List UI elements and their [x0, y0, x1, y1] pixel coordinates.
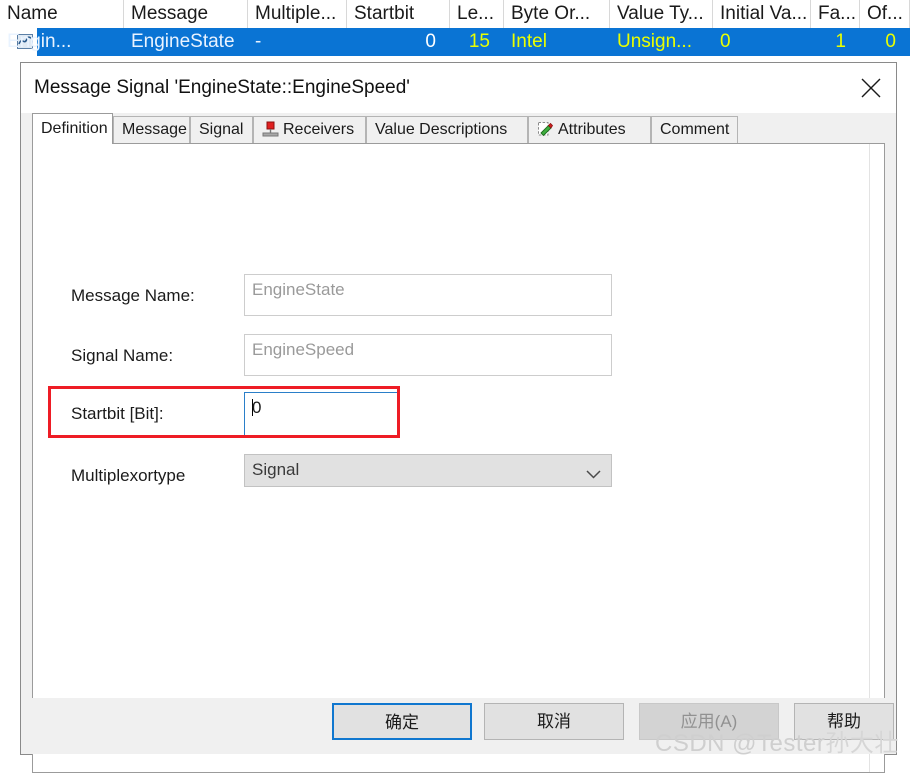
dialog-button-bar: 确定 取消 应用(A) 帮助 [21, 698, 896, 754]
tab-attributes[interactable]: Attributes [528, 116, 651, 143]
signal-name-field[interactable]: EngineSpeed [244, 334, 612, 376]
cell-length: 15 [468, 31, 490, 52]
multiplexortype-select[interactable]: Signal [244, 454, 612, 487]
grid-column-header[interactable]: Le... [450, 0, 504, 28]
definition-tab-panel: Message Name: EngineState Signal Name: E… [32, 143, 885, 773]
table-row[interactable]: Engin... EngineState - 0 15 Intel Unsign… [0, 28, 910, 80]
message-name-label: Message Name: [71, 286, 195, 305]
tabpage-scrollbar[interactable] [869, 144, 884, 772]
tab-comment[interactable]: Comment [651, 116, 738, 143]
message-signal-dialog: Message Signal 'EngineState::EngineSpeed… [20, 62, 897, 773]
grid-column-header-label: Multiple... [255, 3, 337, 24]
grid-column-header-label: Fa... [818, 3, 857, 24]
startbit-field[interactable]: 0 [244, 392, 399, 436]
tab-label: Signal [199, 121, 244, 138]
ok-button[interactable]: 确定 [332, 703, 472, 740]
tab-definition[interactable]: Definition [32, 113, 113, 144]
tab-value-descriptions[interactable]: Value Descriptions [366, 116, 528, 143]
tab-message[interactable]: Message [113, 116, 190, 143]
dialog-tabstrip: Definition Message Signal Receivers Valu… [32, 113, 885, 144]
grid-column-header-label: Value Ty... [617, 3, 704, 24]
multiplexortype-value: Signal [252, 460, 300, 479]
tab-receivers[interactable]: Receivers [253, 116, 366, 143]
startbit-value: 0 [252, 398, 262, 417]
cell-factor: 1 [835, 31, 846, 52]
cell-message: EngineState [131, 31, 235, 52]
cell-multiplexor: - [255, 31, 262, 52]
apply-button: 应用(A) [639, 703, 779, 740]
tab-label: Comment [660, 121, 730, 138]
grid-column-header-label: Name [7, 3, 58, 24]
cell-initial-value: 0 [720, 31, 731, 52]
help-button[interactable]: 帮助 [794, 703, 894, 740]
startbit-label: Startbit [Bit]: [71, 404, 164, 423]
tab-signal[interactable]: Signal [190, 116, 253, 143]
cell-byte-order: Intel [511, 31, 547, 52]
grid-column-header[interactable]: Initial Va... [713, 0, 811, 28]
grid-column-header[interactable]: Fa... [811, 0, 860, 28]
tab-label: Definition [41, 120, 108, 137]
grid-column-header[interactable]: Value Ty... [610, 0, 713, 28]
grid-column-header-label: Le... [457, 3, 494, 24]
chevron-down-icon [586, 464, 601, 484]
tab-label: Attributes [558, 121, 626, 138]
cell-value-type: Unsign... [617, 31, 692, 52]
multiplexortype-label: Multiplexortype [71, 466, 186, 485]
cancel-button[interactable]: 取消 [484, 703, 624, 740]
grid-column-header[interactable]: Of... [860, 0, 910, 28]
dialog-titlebar: Message Signal 'EngineState::EngineSpeed… [21, 63, 896, 113]
message-name-field[interactable]: EngineState [244, 274, 612, 316]
grid-column-header[interactable]: Name [0, 0, 124, 28]
signal-name-label: Signal Name: [71, 346, 174, 365]
cell-startbit: 0 [425, 31, 436, 52]
cell-name: Engin... [7, 31, 72, 52]
cell-offset: 0 [885, 31, 896, 52]
grid-header-row: Name Message Multiple... Startbit Le... … [0, 0, 910, 29]
grid-column-header-label: Message [131, 3, 209, 24]
dialog-title: Message Signal 'EngineState::EngineSpeed… [34, 77, 410, 98]
grid-column-header[interactable]: Startbit [347, 0, 450, 28]
grid-column-header-label: Byte Or... [511, 3, 591, 24]
tab-label: Message [122, 121, 187, 138]
grid-column-header-label: Startbit [354, 3, 415, 24]
tab-label: Receivers [283, 121, 355, 138]
attributes-icon [537, 120, 554, 137]
grid-column-header[interactable]: Multiple... [248, 0, 347, 28]
receivers-icon [262, 120, 279, 137]
tab-label: Value Descriptions [375, 121, 508, 138]
grid-column-header-label: Initial Va... [720, 3, 808, 24]
grid-column-header[interactable]: Byte Or... [504, 0, 610, 28]
grid-column-header[interactable]: Message [124, 0, 248, 28]
close-button[interactable] [846, 63, 896, 112]
grid-column-header-label: Of... [867, 3, 903, 24]
